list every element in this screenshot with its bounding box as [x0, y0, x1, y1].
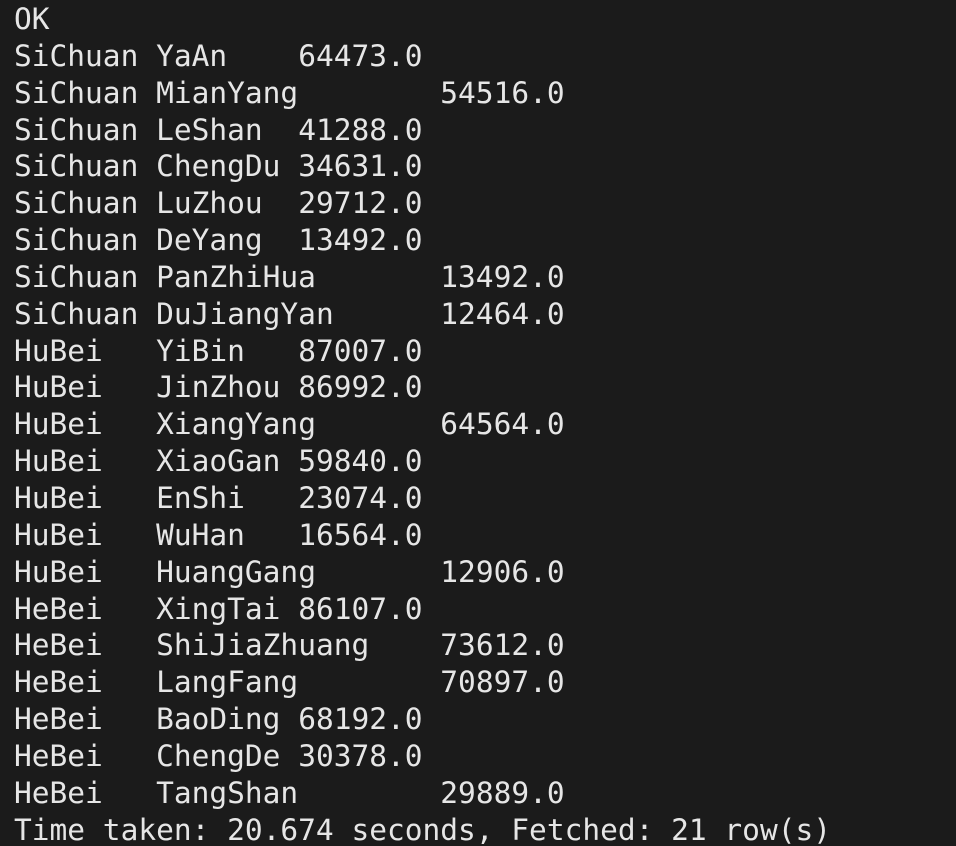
- terminal-output: OK SiChuan YaAn 64473.0 SiChuan MianYang …: [14, 1, 831, 846]
- province-cell: HeBei: [14, 775, 103, 810]
- province-cell: SiChuan: [14, 149, 139, 184]
- province-cell: HeBei: [14, 591, 103, 626]
- province-cell: HeBei: [14, 738, 103, 773]
- province-cell: HuBei: [14, 333, 103, 368]
- city-cell: ShiJiaZhuang: [156, 628, 370, 663]
- city-cell: ChengDe: [156, 738, 281, 773]
- province-cell: HeBei: [14, 702, 103, 737]
- city-cell: YiBin: [156, 333, 245, 368]
- city-cell: XiaoGan: [156, 444, 281, 479]
- value-cell: 86992.0: [298, 370, 423, 405]
- city-cell: LuZhou: [156, 186, 263, 221]
- value-cell: 12906.0: [440, 554, 565, 589]
- table-row: HuBei JinZhou 86992.0: [14, 369, 831, 406]
- table-row: SiChuan DeYang 13492.0: [14, 222, 831, 259]
- city-cell: DeYang: [156, 223, 263, 258]
- city-cell: TangShan: [156, 775, 299, 810]
- city-cell: LangFang: [156, 665, 299, 700]
- table-row: HeBei ShiJiaZhuang 73612.0: [14, 627, 831, 664]
- table-row: SiChuan LeShan 41288.0: [14, 112, 831, 149]
- province-cell: SiChuan: [14, 223, 139, 258]
- value-cell: 68192.0: [298, 702, 423, 737]
- table-row: HeBei LangFang 70897.0: [14, 664, 831, 701]
- table-row: HuBei EnShi 23074.0: [14, 480, 831, 517]
- city-cell: HuangGang: [156, 554, 316, 589]
- city-cell: DuJiangYan: [156, 296, 334, 331]
- city-cell: JinZhou: [156, 370, 281, 405]
- value-cell: 12464.0: [440, 296, 565, 331]
- province-cell: SiChuan: [14, 259, 139, 294]
- province-cell: SiChuan: [14, 186, 139, 221]
- value-cell: 73612.0: [440, 628, 565, 663]
- value-cell: 54516.0: [440, 75, 565, 110]
- status-line: OK: [14, 2, 50, 36]
- footer-line: Time taken: 20.674 seconds, Fetched: 21 …: [14, 812, 831, 846]
- province-cell: HuBei: [14, 480, 103, 515]
- table-row: HuBei WuHan 16564.0: [14, 517, 831, 554]
- province-cell: SiChuan: [14, 112, 139, 147]
- table-row: SiChuan YaAn 64473.0: [14, 38, 831, 75]
- province-cell: HuBei: [14, 444, 103, 479]
- value-cell: 29889.0: [440, 775, 565, 810]
- city-cell: XiangYang: [156, 407, 316, 442]
- table-row: HeBei ChengDe 30378.0: [14, 738, 831, 775]
- table-row: HeBei BaoDing 68192.0: [14, 701, 831, 738]
- province-cell: HuBei: [14, 554, 103, 589]
- table-row: SiChuan ChengDu 34631.0: [14, 148, 831, 185]
- province-cell: SiChuan: [14, 296, 139, 331]
- table-row: SiChuan MianYang 54516.0: [14, 75, 831, 112]
- table-row: HeBei XingTai 86107.0: [14, 591, 831, 628]
- city-cell: LeShan: [156, 112, 263, 147]
- city-cell: ChengDu: [156, 149, 281, 184]
- value-cell: 70897.0: [440, 665, 565, 700]
- province-cell: HuBei: [14, 407, 103, 442]
- result-rows: SiChuan YaAn 64473.0 SiChuan MianYang 545…: [14, 38, 831, 812]
- value-cell: 16564.0: [298, 517, 423, 552]
- province-cell: SiChuan: [14, 38, 139, 73]
- value-cell: 59840.0: [298, 444, 423, 479]
- table-row: SiChuan DuJiangYan 12464.0: [14, 296, 831, 333]
- table-row: SiChuan PanZhiHua 13492.0: [14, 259, 831, 296]
- table-row: HuBei HuangGang 12906.0: [14, 554, 831, 591]
- value-cell: 64564.0: [440, 407, 565, 442]
- value-cell: 29712.0: [298, 186, 423, 221]
- value-cell: 34631.0: [298, 149, 423, 184]
- table-row: HuBei XiaoGan 59840.0: [14, 443, 831, 480]
- table-row: HuBei XiangYang 64564.0: [14, 406, 831, 443]
- city-cell: YaAn: [156, 38, 228, 73]
- city-cell: BaoDing: [156, 702, 281, 737]
- value-cell: 13492.0: [298, 223, 423, 258]
- province-cell: SiChuan: [14, 75, 139, 110]
- city-cell: WuHan: [156, 517, 245, 552]
- value-cell: 64473.0: [298, 38, 423, 73]
- value-cell: 86107.0: [298, 591, 423, 626]
- city-cell: EnShi: [156, 480, 245, 515]
- province-cell: HuBei: [14, 370, 103, 405]
- value-cell: 87007.0: [298, 333, 423, 368]
- province-cell: HeBei: [14, 665, 103, 700]
- table-row: HuBei YiBin 87007.0: [14, 333, 831, 370]
- value-cell: 13492.0: [440, 259, 565, 294]
- city-cell: MianYang: [156, 75, 299, 110]
- province-cell: HuBei: [14, 517, 103, 552]
- value-cell: 41288.0: [298, 112, 423, 147]
- terminal-window[interactable]: OK SiChuan YaAn 64473.0 SiChuan MianYang …: [0, 0, 956, 846]
- value-cell: 30378.0: [298, 738, 423, 773]
- table-row: SiChuan LuZhou 29712.0: [14, 185, 831, 222]
- province-cell: HeBei: [14, 628, 103, 663]
- city-cell: XingTai: [156, 591, 281, 626]
- city-cell: PanZhiHua: [156, 259, 316, 294]
- table-row: HeBei TangShan 29889.0: [14, 775, 831, 812]
- value-cell: 23074.0: [298, 480, 423, 515]
